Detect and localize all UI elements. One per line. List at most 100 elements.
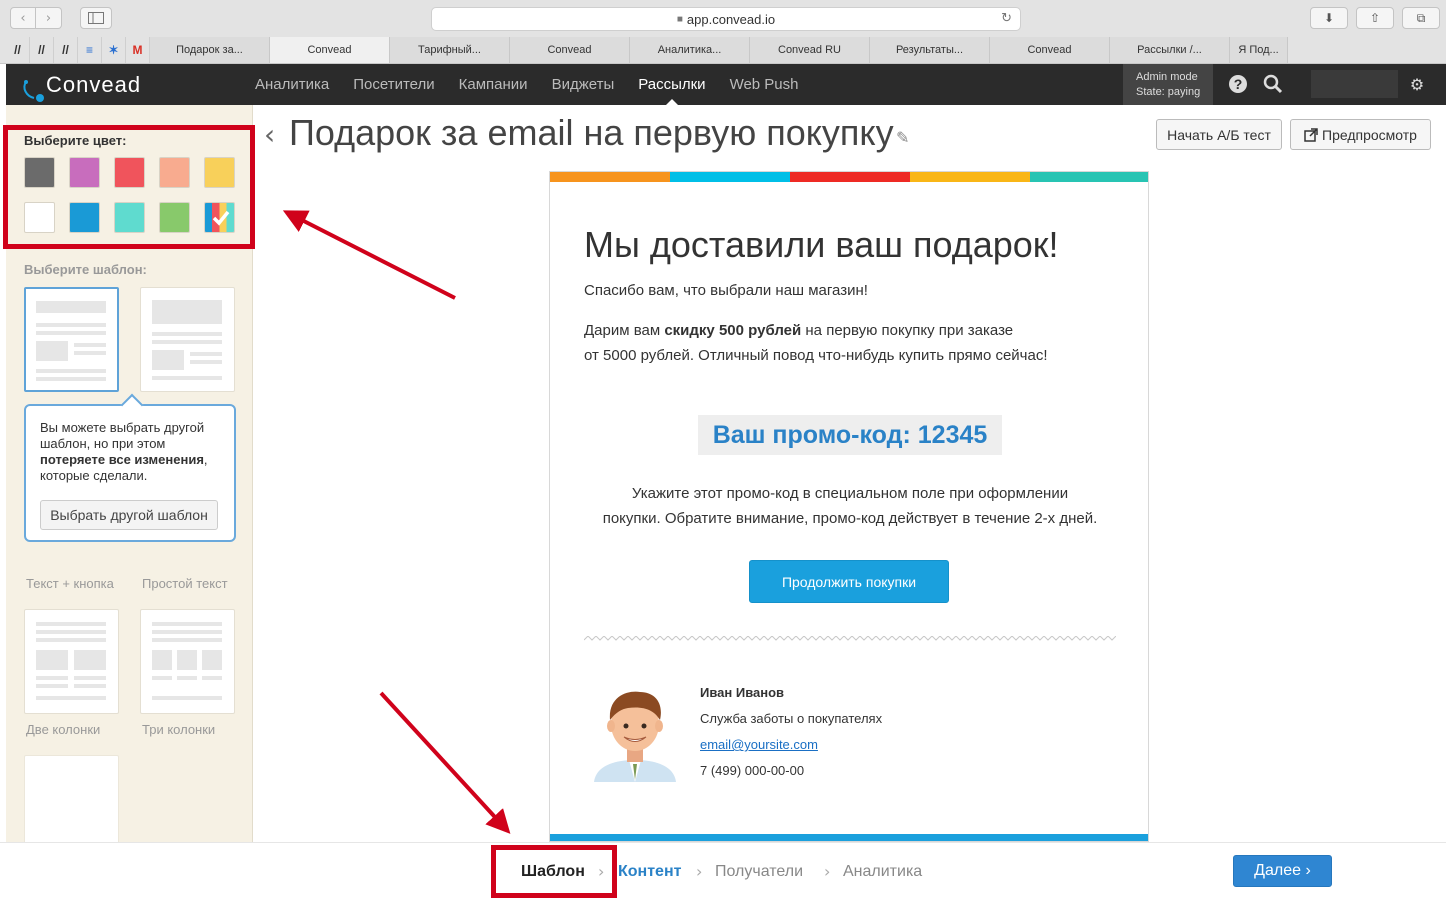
menu-item-web-push[interactable]: Web Push — [730, 64, 799, 105]
ab-test-button[interactable]: Начать А/Б тест — [1156, 119, 1282, 150]
template-change-tooltip: Вы можете выбрать другой шаблон, но при … — [24, 404, 236, 542]
gear-icon[interactable]: ⚙ — [1407, 74, 1427, 94]
pinned-tab-icon[interactable]: // — [54, 37, 78, 63]
address-bar[interactable]: ■ app.convead.io ↻ — [431, 7, 1021, 31]
top-stripe-segment — [910, 172, 1030, 182]
template-card-two-columns[interactable] — [24, 609, 119, 714]
reload-icon[interactable]: ↻ — [1001, 11, 1012, 26]
chevron-right-icon: › — [696, 862, 703, 881]
admin-mode-badge: Admin mode State: paying — [1123, 64, 1213, 105]
search-icon[interactable] — [1263, 74, 1283, 94]
template-card-three-columns[interactable] — [140, 609, 235, 714]
email-offer[interactable]: Дарим вам скидку 500 рублей на первую по… — [584, 318, 1048, 368]
signature-email-link[interactable]: email@yoursite.com — [700, 737, 818, 752]
app-header: Convead Аналитика Посетители Кампании Ви… — [6, 64, 1446, 105]
edit-pencil-icon[interactable]: ✎ — [896, 128, 909, 147]
external-link-icon — [1304, 127, 1318, 142]
svg-text:?: ? — [1234, 76, 1243, 92]
choose-other-template-button[interactable]: Выбрать другой шаблон — [40, 500, 218, 530]
browser-tab[interactable]: Тарифный... — [390, 37, 510, 63]
history-nav: ‹ › — [10, 7, 62, 29]
offer-bold: скидку 500 рублей — [664, 322, 802, 339]
signature-phone: 7 (499) 000-00-00 — [700, 763, 805, 778]
email-thanks[interactable]: Спасибо вам, что выбрали наш магазин! — [584, 278, 868, 303]
instructions-line1: Укажите этот промо-код в специальном пол… — [631, 485, 1069, 502]
preview-label: Предпросмотр — [1322, 126, 1417, 143]
app-logo[interactable]: Convead — [46, 72, 141, 98]
top-stripe-segment — [790, 172, 910, 182]
menu-item-mailings[interactable]: Рассылки — [638, 64, 706, 105]
preview-button[interactable]: Предпросмотр — [1290, 119, 1431, 150]
email-instructions[interactable]: Укажите этот промо-код в специальном пол… — [550, 481, 1148, 531]
continue-shopping-button[interactable]: Продолжить покупки — [749, 560, 949, 603]
pinned-tab-icon[interactable]: ✶ — [102, 37, 126, 63]
top-stripe-segment — [550, 172, 670, 182]
template-picker-title: Выберите шаблон: — [24, 262, 147, 277]
browser-tab[interactable]: Convead — [510, 37, 630, 63]
sidebar-toggle-icon[interactable] — [80, 7, 112, 29]
menu-item-analytics[interactable]: Аналитика — [255, 64, 329, 105]
menu-item-widgets[interactable]: Виджеты — [552, 64, 615, 105]
browser-tab[interactable]: Convead — [270, 37, 390, 63]
step-content[interactable]: Контент — [618, 863, 681, 881]
template-card-text-button[interactable] — [24, 287, 119, 392]
signature-name: Иван Иванов — [700, 685, 785, 700]
gmail-icon[interactable]: M — [126, 37, 150, 63]
back-icon[interactable]: ‹ — [10, 7, 36, 29]
pinned-tab-icon[interactable]: // — [30, 37, 54, 63]
help-icon[interactable]: ? — [1228, 74, 1248, 94]
page-title: Подарок за email на первую покупку — [289, 112, 894, 153]
browser-tab[interactable]: Рассылки /... — [1110, 37, 1230, 63]
chevron-right-icon: › — [824, 862, 831, 881]
next-button[interactable]: Далее › — [1233, 855, 1332, 887]
download-icon[interactable]: ⬇ — [1310, 7, 1348, 29]
template-card-plain-text[interactable] — [140, 287, 235, 392]
main-menu: Аналитика Посетители Кампании Виджеты Ра… — [255, 64, 823, 105]
browser-tab[interactable]: Convead — [990, 37, 1110, 63]
template-label: Две колонки — [26, 722, 101, 737]
avatar — [594, 691, 676, 782]
share-icon[interactable]: ⇧ — [1356, 7, 1394, 29]
browser-tab[interactable]: Аналитика... — [630, 37, 750, 63]
instructions-line2: покупки. Обратите внимание, промо-код де… — [602, 510, 1098, 527]
browser-tab[interactable]: Результаты... — [870, 37, 990, 63]
step-analytics[interactable]: Аналитика — [843, 863, 922, 881]
forward-icon[interactable]: › — [36, 7, 62, 29]
url-text: app.convead.io — [686, 11, 776, 27]
browser-tab[interactable]: Convead RU — [750, 37, 870, 63]
bottom-stripe — [550, 834, 1148, 841]
menu-item-visitors[interactable]: Посетители — [353, 64, 434, 105]
step-recipients[interactable]: Получатели — [715, 863, 803, 881]
offer-line2: от 5000 рублей. Отличный повод что-нибуд… — [584, 347, 1048, 364]
offer-post: на первую покупку при заказе — [801, 322, 1014, 339]
browser-tab[interactable]: Я Под... — [1230, 37, 1288, 63]
admin-mode-label: Admin mode — [1136, 71, 1198, 83]
template-card-blank[interactable] — [24, 755, 119, 842]
promo-code[interactable]: Ваш промо-код: 12345 — [698, 415, 1002, 455]
offer-pre: Дарим вам — [584, 322, 665, 339]
email-preview: Мы доставили ваш подарок! Спасибо вам, ч… — [549, 171, 1149, 842]
zigzag-divider — [584, 636, 1116, 641]
browser-chrome: ‹ › ■ app.convead.io ↻ ⬇ ⇧ ⧉ // // // ≡ … — [0, 0, 1446, 64]
tooltip-text-bold: потеряете все изменения — [40, 452, 204, 467]
tab-strip: // // // ≡ ✶ M Подарок за... Convead Тар… — [6, 37, 1446, 63]
template-label: Текст + кнопка — [26, 576, 114, 591]
annotation-highlight-step — [491, 845, 617, 898]
browser-tab[interactable]: Подарок за... — [150, 37, 270, 63]
tabs-overview-icon[interactable]: ⧉ — [1402, 7, 1440, 29]
pinned-tab-icon[interactable]: ≡ — [78, 37, 102, 63]
tooltip-text: Вы можете выбрать другой шаблон, но при … — [40, 420, 205, 451]
email-heading[interactable]: Мы доставили ваш подарок! — [584, 224, 1059, 266]
pinned-tab-icon[interactable]: // — [6, 37, 30, 63]
template-label: Простой текст — [142, 576, 228, 591]
annotation-arrow — [379, 691, 511, 834]
back-chevron-icon[interactable]: ‹ — [264, 118, 275, 151]
signature-role: Служба заботы о покупателях — [700, 711, 883, 726]
lock-icon: ■ — [676, 13, 683, 25]
user-account[interactable] — [1311, 70, 1398, 98]
menu-item-campaigns[interactable]: Кампании — [459, 64, 528, 105]
next-label: Далее — [1254, 862, 1302, 879]
top-stripe-segment — [670, 172, 790, 182]
wizard-footer: Шаблон › Контент › Получатели › Аналитик… — [0, 842, 1446, 902]
account-state: State: paying — [1136, 86, 1201, 98]
